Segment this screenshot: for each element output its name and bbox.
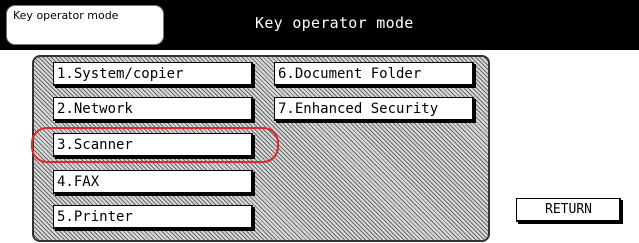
page-title: Key operator mode: [255, 14, 414, 32]
scanner-highlight-ring: [31, 127, 279, 163]
title-bar: Key operator mode Key operator mode: [0, 0, 639, 50]
printer-button[interactable]: 5.Printer: [53, 205, 253, 229]
mode-tab-label: Key operator mode: [13, 9, 119, 22]
fax-button[interactable]: 4.FAX: [53, 170, 253, 194]
system-copier-button[interactable]: 1.System/copier: [53, 62, 253, 86]
enhanced-security-button[interactable]: 7.Enhanced Security: [274, 97, 474, 121]
mode-tab[interactable]: Key operator mode: [6, 5, 164, 45]
network-button[interactable]: 2.Network: [53, 97, 253, 121]
return-button[interactable]: RETURN: [516, 198, 621, 222]
document-folder-button[interactable]: 6.Document Folder: [274, 62, 474, 86]
